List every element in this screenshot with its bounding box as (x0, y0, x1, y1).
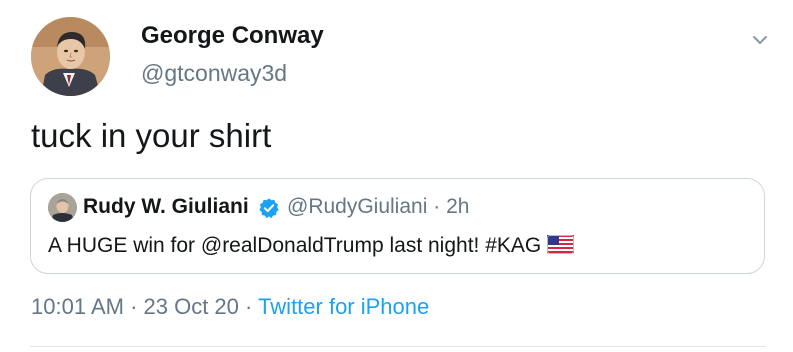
timestamp-separator: · (123, 294, 144, 319)
quoted-tweet-meta: @RudyGiuliani · 2h (287, 195, 469, 219)
quoted-author-name[interactable]: Rudy W. Giuliani (83, 195, 249, 219)
author-handle[interactable]: @gtconway3d (141, 60, 287, 87)
tweet-timestamp-row: 10:01 AM · 23 Oct 20 · Twitter for iPhon… (31, 294, 429, 320)
quoted-meta-separator: · (427, 195, 447, 218)
quoted-author-avatar (48, 193, 77, 222)
divider (30, 346, 766, 347)
quoted-tweet-age[interactable]: 2h (446, 195, 469, 218)
quoted-tweet-text-row: A HUGE win for @realDonaldTrump last nig… (48, 234, 575, 260)
quoted-tweet-card[interactable]: Rudy W. Giuliani @RudyGiuliani · 2h A HU… (30, 178, 765, 274)
verified-badge-icon (258, 197, 280, 219)
author-avatar[interactable] (31, 17, 110, 96)
author-display-name[interactable]: George Conway (141, 22, 324, 50)
avatar-illustration (31, 17, 110, 96)
timestamp-separator: · (238, 294, 259, 319)
tweet-text: tuck in your shirt (31, 117, 272, 154)
quoted-tweet-text: A HUGE win for @realDonaldTrump last nig… (48, 234, 542, 257)
chevron-down-icon[interactable] (750, 30, 770, 50)
us-flag-icon (547, 235, 575, 260)
tweet-time[interactable]: 10:01 AM (31, 294, 124, 319)
tweet-date[interactable]: 23 Oct 20 (144, 294, 239, 319)
tweet-source-link[interactable]: Twitter for iPhone (258, 294, 429, 319)
quoted-author-handle[interactable]: @RudyGiuliani (287, 195, 427, 218)
